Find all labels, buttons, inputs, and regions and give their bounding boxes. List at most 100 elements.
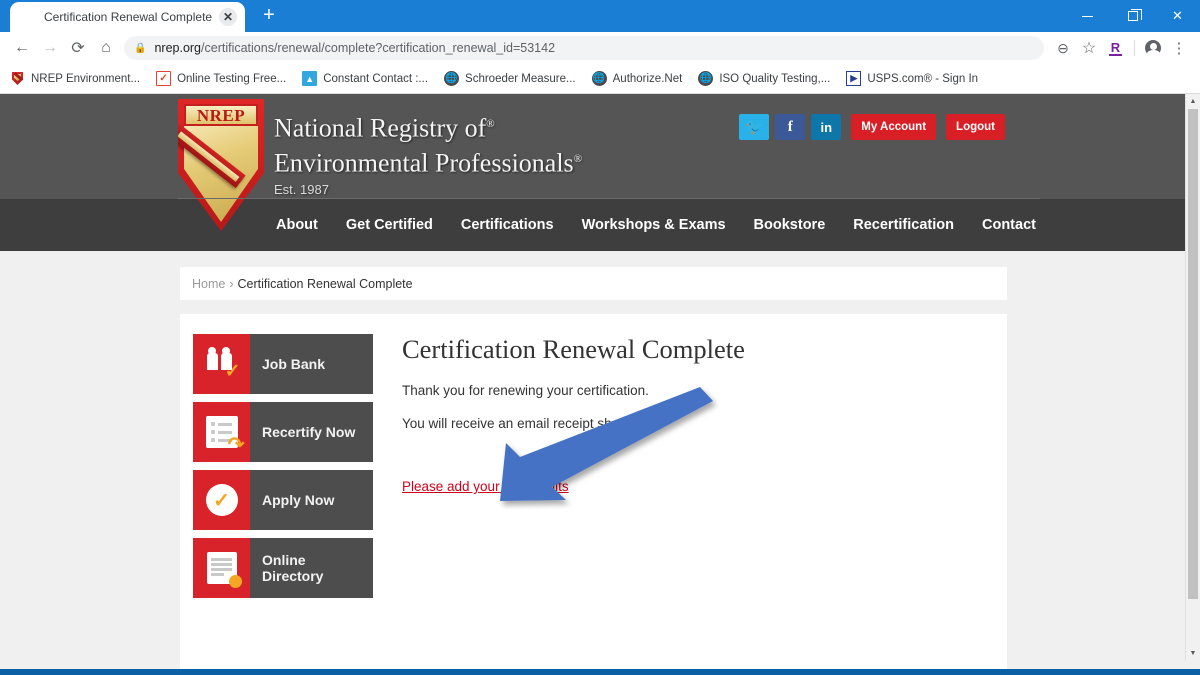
lock-icon: 🔒	[134, 42, 147, 54]
nav-item-contact[interactable]: Contact	[982, 217, 1036, 233]
bookmark-item[interactable]: 🌐 Authorize.Net	[591, 71, 683, 86]
bookmark-label: Schroeder Measure...	[465, 72, 576, 85]
tab-title: Certification Renewal Complete |	[44, 10, 215, 24]
url-text: nrep.org/certifications/renewal/complete…	[154, 41, 555, 55]
breadcrumb-bar: Home › Certification Renewal Complete	[0, 251, 1185, 300]
constant-contact-icon: ▲	[302, 71, 318, 86]
maximize-restore-button[interactable]	[1110, 0, 1155, 32]
toolbar-icons: ⊖ ☆ R ⋮	[1050, 35, 1192, 61]
menu-icon[interactable]: ⋮	[1166, 35, 1192, 61]
reload-icon[interactable]: ⟳	[64, 34, 92, 62]
certificate-icon	[193, 538, 250, 598]
address-bar[interactable]: 🔒 nrep.org/certifications/renewal/comple…	[124, 36, 1044, 60]
header-action-buttons: 🐦 f in My Account Logout	[739, 114, 1005, 140]
bookmark-item[interactable]: 🌐 ISO Quality Testing,...	[698, 71, 830, 86]
crest-text: NREP	[184, 104, 258, 126]
red-check-icon: ✓	[156, 71, 172, 86]
twitter-icon[interactable]: 🐦	[739, 114, 770, 140]
bookmark-item[interactable]: NREP Environment...	[10, 71, 140, 86]
taskbar	[0, 669, 1200, 675]
globe-icon: 🌐	[698, 71, 714, 86]
close-icon[interactable]: ✕	[219, 8, 237, 26]
nav-item-recertification[interactable]: Recertification	[853, 217, 954, 233]
browser-window: Certification Renewal Complete | ✕ + ✕ ←…	[0, 0, 1200, 675]
zoom-out-icon[interactable]: ⊖	[1050, 35, 1076, 61]
nrep-shield-icon	[10, 71, 25, 86]
sidebar-item-recertify-now[interactable]: ↷ Recertify Now	[193, 402, 373, 462]
sidebar-item-label: Online Directory	[262, 552, 324, 584]
site-logo[interactable]: NREP National Registry of® Environmental…	[178, 99, 582, 231]
window-controls: ✕	[1065, 0, 1200, 32]
scroll-down-icon[interactable]: ▼	[1186, 646, 1200, 661]
toolbar-divider	[1134, 40, 1135, 56]
tab-strip: Certification Renewal Complete | ✕ + ✕	[0, 0, 1200, 32]
sidebar-item-label: Apply Now	[262, 492, 335, 508]
registered-mark-icon: ®	[486, 118, 495, 130]
logo-text-block: National Registry of® Environmental Prof…	[274, 99, 583, 198]
browser-toolbar: ← → ⟳ ⌂ 🔒 nrep.org/certifications/renewa…	[0, 32, 1200, 64]
sidebar-item-apply-now[interactable]: ✓ Apply Now	[193, 470, 373, 530]
thank-you-paragraph: Thank you for renewing your certificatio…	[402, 383, 649, 398]
content-wrapper: ✓ Job Bank ↷ Recertify Now ✓ Apply Now O…	[0, 300, 1185, 675]
nrep-crest-icon: NREP	[178, 99, 264, 231]
globe-icon: 🌐	[591, 71, 607, 86]
bookmark-item[interactable]: ▶ USPS.com® - Sign In	[846, 71, 978, 86]
breadcrumb-separator: ›	[229, 276, 234, 291]
profile-avatar-icon[interactable]	[1140, 35, 1166, 61]
close-window-button[interactable]: ✕	[1155, 0, 1200, 32]
bookmarks-bar: NREP Environment... ✓ Online Testing Fre…	[0, 64, 1200, 94]
facebook-icon[interactable]: f	[775, 114, 806, 140]
my-account-button[interactable]: My Account	[851, 114, 937, 140]
people-check-icon: ✓	[193, 334, 250, 394]
bookmark-star-icon[interactable]: ☆	[1076, 35, 1102, 61]
sidebar-item-label: Recertify Now	[262, 424, 356, 440]
nrep-shield-icon	[20, 9, 36, 25]
clipboard-refresh-icon: ↷	[193, 402, 250, 462]
header-divider	[178, 198, 1040, 199]
bookmark-label: USPS.com® - Sign In	[867, 72, 979, 85]
bookmark-label: NREP Environment...	[31, 72, 141, 85]
nav-item-bookstore[interactable]: Bookstore	[754, 217, 826, 233]
bookmark-item[interactable]: 🌐 Schroeder Measure...	[444, 71, 576, 86]
back-icon[interactable]: ←	[8, 34, 36, 62]
site-header: NREP National Registry of® Environmental…	[0, 94, 1185, 231]
receipt-paragraph: You will receive an email receipt shortl…	[402, 416, 640, 431]
main-content: Certification Renewal Complete Thank you…	[375, 334, 1007, 675]
logo-established: Est. 1987	[274, 182, 329, 198]
home-icon[interactable]: ⌂	[92, 34, 120, 62]
sidebar-item-label: Job Bank	[262, 356, 326, 372]
content-card: ✓ Job Bank ↷ Recertify Now ✓ Apply Now O…	[180, 314, 1007, 675]
ce-credits-link[interactable]: Please add your CE Credits	[402, 479, 569, 494]
nav-item-workshops-exams[interactable]: Workshops & Exams	[582, 217, 726, 233]
browser-tab[interactable]: Certification Renewal Complete | ✕	[10, 2, 245, 32]
bookmark-label: ISO Quality Testing,...	[719, 72, 831, 85]
forward-icon[interactable]: →	[36, 34, 64, 62]
registered-mark-icon: ®	[573, 152, 583, 165]
logo-line-2: Environmental Professionals®	[274, 148, 583, 178]
web-page: NREP National Registry of® Environmental…	[0, 94, 1185, 675]
breadcrumb-home-link[interactable]: Home	[192, 277, 225, 291]
url-path: /certifications/renewal/complete?certifi…	[201, 41, 556, 55]
bookmark-item[interactable]: ▲ Constant Contact :...	[302, 71, 428, 86]
linkedin-icon[interactable]: in	[811, 114, 842, 140]
usps-icon: ▶	[846, 71, 862, 86]
vertical-scrollbar[interactable]: ▲ ▼	[1185, 94, 1200, 661]
logout-button[interactable]: Logout	[946, 114, 1005, 140]
sidebar-item-job-bank[interactable]: ✓ Job Bank	[193, 334, 373, 394]
logo-line-1: National Registry of®	[274, 113, 495, 143]
page-title: Certification Renewal Complete	[402, 334, 745, 364]
sidebar-item-online-directory[interactable]: Online Directory	[193, 538, 373, 598]
scroll-up-icon[interactable]: ▲	[1186, 94, 1200, 109]
bookmark-label: Online Testing Free...	[177, 72, 287, 85]
breadcrumb-current: Certification Renewal Complete	[237, 276, 413, 291]
extension-icon[interactable]: R	[1109, 40, 1122, 56]
minimize-button[interactable]	[1065, 0, 1110, 32]
vertical-scroll-thumb[interactable]	[1188, 109, 1198, 599]
page-viewport: NREP National Registry of® Environmental…	[0, 94, 1200, 675]
sidebar: ✓ Job Bank ↷ Recertify Now ✓ Apply Now O…	[180, 334, 375, 675]
bookmark-item[interactable]: ✓ Online Testing Free...	[156, 71, 286, 86]
bookmark-label: Constant Contact :...	[323, 72, 429, 85]
check-circle-icon: ✓	[193, 470, 250, 530]
bookmark-label: Authorize.Net	[612, 72, 683, 85]
new-tab-button[interactable]: +	[255, 2, 283, 30]
